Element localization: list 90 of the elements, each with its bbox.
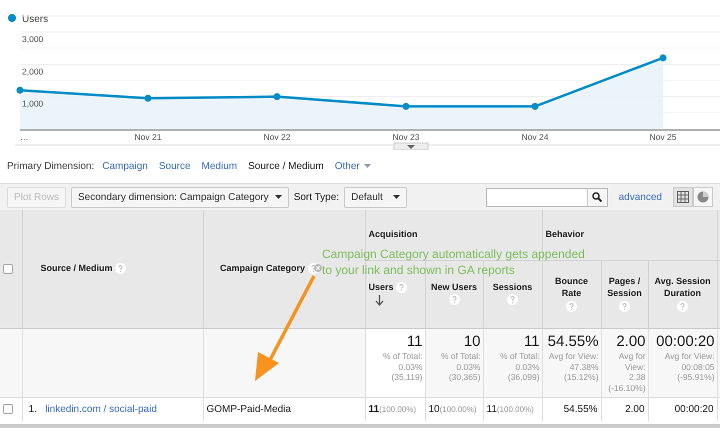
close-icon[interactable]	[314, 264, 322, 272]
help-icon[interactable]	[448, 294, 460, 306]
table-cell: 10(100.00%)	[428, 404, 477, 415]
total-comparison: Avg for	[618, 351, 646, 362]
help-icon[interactable]	[619, 300, 630, 312]
total-value: 2.00	[615, 332, 646, 351]
column-group-header: Behavior	[546, 229, 584, 239]
data-point[interactable]	[532, 102, 538, 110]
caret-icon	[392, 195, 400, 199]
view-button[interactable]	[673, 187, 693, 207]
legend: Users	[8, 14, 48, 25]
total-comparison: 0.03%	[397, 362, 422, 372]
dimension-link[interactable]: Campaign	[102, 159, 148, 174]
total-comparison: (15.12%)	[563, 372, 599, 383]
help-icon[interactable]	[396, 282, 408, 293]
table-cell: 11(100.00%)	[486, 404, 534, 415]
dimension-link[interactable]: Other	[334, 159, 371, 174]
total-value: 11	[522, 332, 540, 351]
total-comparison: % of Total:	[382, 351, 422, 362]
column-header[interactable]: New Users	[428, 281, 480, 294]
data-point[interactable]	[274, 93, 280, 100]
table-cell: 54.55%	[564, 404, 598, 415]
column-header[interactable]: Campaign Category	[220, 263, 305, 273]
total-comparison: (-95.91%)	[676, 372, 715, 383]
pie-chart-icon	[697, 191, 709, 203]
x-tick-label: Nov 23	[392, 132, 420, 142]
view-button[interactable]	[693, 187, 713, 207]
total-comparison: View:	[624, 362, 646, 372]
total-comparison: % of Total:	[498, 351, 540, 362]
total-comparison: (-16.10%)	[607, 382, 646, 394]
collapse-handle[interactable]	[394, 142, 428, 150]
total-comparison: Avg for View:	[548, 351, 599, 362]
data-point[interactable]	[660, 54, 666, 62]
column-header[interactable]: Sessions	[486, 281, 539, 294]
help-icon[interactable]	[507, 294, 518, 306]
row-index: 1.	[28, 404, 37, 415]
total-comparison: 0.03%	[455, 362, 480, 372]
table-cell: GOMP-Paid-Media	[206, 404, 291, 415]
y-tick-label: 3,000	[22, 34, 44, 44]
total-comparison: % of Total:	[440, 351, 480, 362]
data-point[interactable]	[402, 102, 410, 110]
grid-icon	[677, 191, 689, 203]
dimension-label: Primary Dimension:	[7, 160, 94, 174]
total-comparison: (36,099)	[506, 372, 540, 383]
help-icon[interactable]	[677, 300, 688, 312]
table-cell: 2.00	[625, 404, 645, 415]
legend-label: Users	[22, 14, 48, 25]
help-icon[interactable]	[566, 300, 578, 312]
x-tick-label: …	[20, 132, 28, 142]
total-comparison: 2.38	[628, 372, 646, 383]
total-value: 11	[406, 332, 422, 351]
x-tick-label: Nov 25	[650, 132, 676, 142]
help-icon[interactable]	[115, 263, 126, 274]
caret-icon	[274, 195, 282, 199]
sort-type-label: Sort Type:	[294, 190, 340, 204]
total-comparison: Avg for View:	[664, 351, 715, 362]
source-medium-link[interactable]: linkedin.com / social-paid	[45, 404, 157, 415]
column-header[interactable]: Source / Medium	[40, 263, 113, 273]
y-tick-label: 1,000	[22, 98, 44, 109]
dimension-link[interactable]: Source / Medium	[248, 159, 324, 174]
data-point[interactable]	[16, 86, 24, 94]
search-field[interactable]	[486, 188, 608, 206]
search-button[interactable]	[586, 188, 607, 206]
checkbox[interactable]	[3, 404, 13, 414]
advanced-link[interactable]: advanced	[618, 190, 662, 204]
x-tick-label: Nov 24	[522, 132, 548, 142]
dimension-link[interactable]: Medium	[202, 159, 238, 174]
total-comparison: 00:08:05	[680, 362, 715, 372]
x-tick-label: Nov 22	[264, 132, 290, 142]
column-group-header: Acquisition	[368, 229, 418, 239]
secondary-dimension-dropdown[interactable]: Secondary dimension: Campaign Category	[71, 186, 289, 208]
y-tick-label: 2,000	[22, 66, 44, 76]
total-value: 00:00:20	[655, 332, 715, 351]
x-tick-label: Nov 21	[134, 132, 162, 142]
checkbox[interactable]	[3, 264, 13, 274]
total-value: 10	[462, 332, 480, 351]
total-comparison: (35,119)	[390, 372, 422, 383]
total-value: 54.55%	[546, 332, 599, 351]
total-comparison: 47.38%	[568, 362, 599, 372]
sort-type-dropdown[interactable]: Default	[344, 186, 407, 208]
sort-arrow-icon[interactable]	[374, 295, 384, 306]
column-header[interactable]: Users	[368, 282, 394, 292]
table-cell: 00:00:20	[674, 404, 714, 415]
total-comparison: 0.03%	[514, 362, 540, 372]
annotation-text: Campaign Category automatically gets appended to your link and shown in GA reports	[322, 247, 586, 278]
dimension-link[interactable]: Source	[158, 159, 191, 174]
search-icon	[592, 192, 602, 202]
total-comparison: (30,365)	[448, 372, 480, 383]
table-cell: 11(100.00%)	[368, 404, 416, 415]
data-point[interactable]	[144, 94, 152, 102]
